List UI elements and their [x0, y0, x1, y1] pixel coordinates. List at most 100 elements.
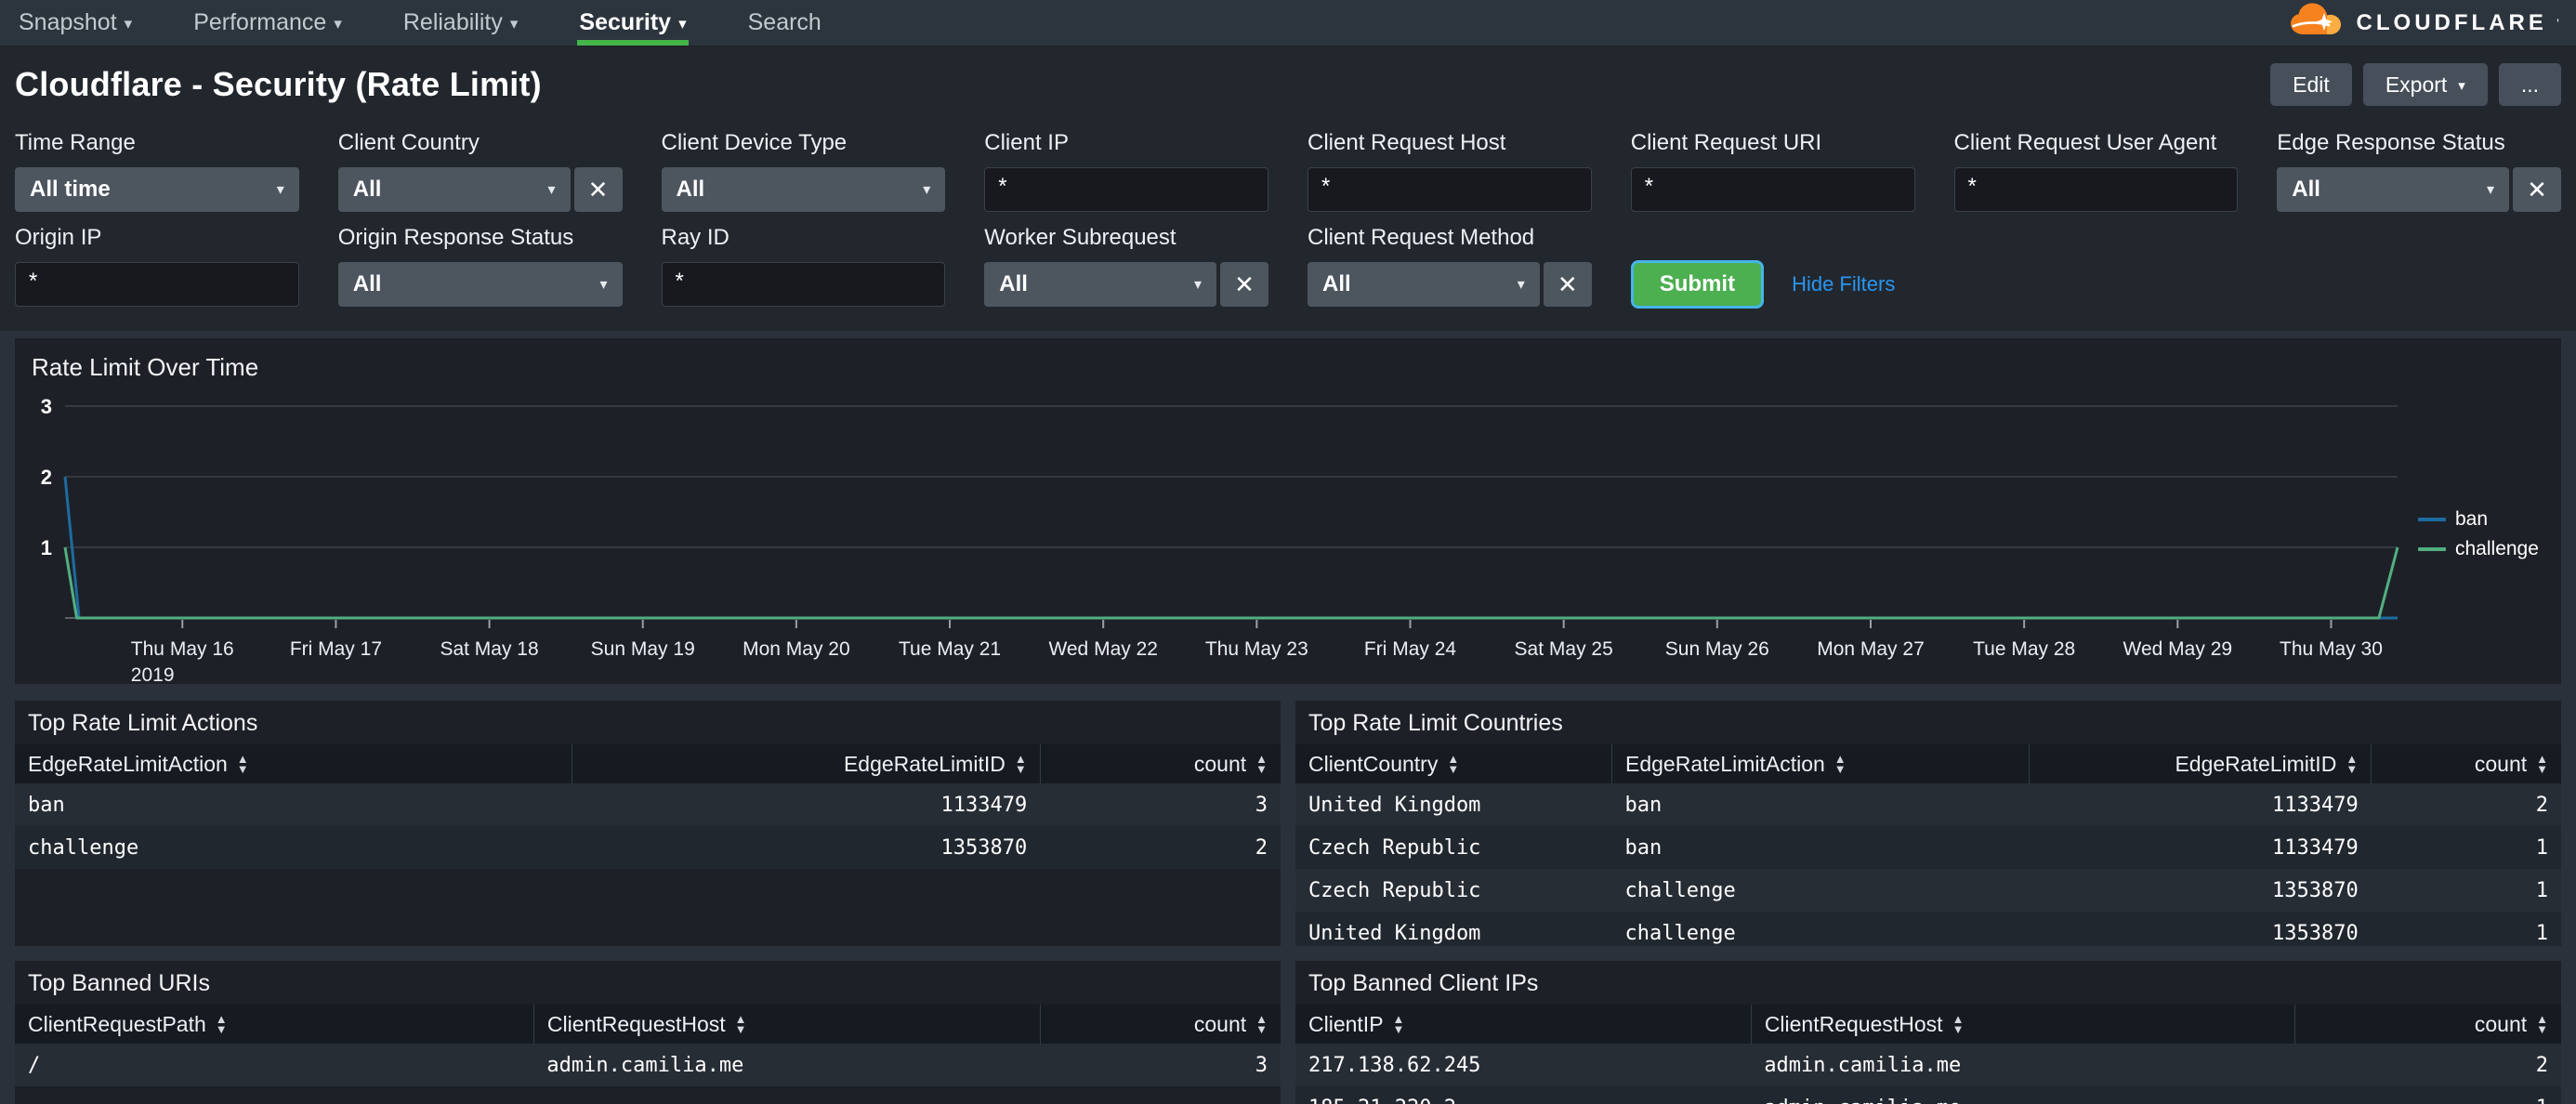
- x-tick-label: Tue May 28: [1973, 638, 2075, 661]
- filter-control: *: [984, 167, 1268, 212]
- nav-item-reliability[interactable]: Reliability ▾: [401, 0, 520, 46]
- x-tick-label: Thu May 23: [1205, 638, 1308, 661]
- sort-icon: ▲ ▼: [1015, 753, 1027, 775]
- sort-icon: ▲ ▼: [735, 1013, 747, 1035]
- cloudflare-logo-text: CLOUDFLARE: [2356, 9, 2547, 35]
- client-device-type-select-wrap: All ▾: [661, 167, 946, 212]
- table-row: United Kingdom challenge 1353870 1: [1295, 912, 2561, 946]
- x-tick-date: Fri May 24: [1363, 638, 1457, 660]
- filter-control: All ▾: [661, 167, 946, 212]
- edge-response-status-clear-button[interactable]: ✕: [2513, 167, 2561, 212]
- table-header-row: ClientRequestPath ▲ ▼ ClientRequestHost ▲ ▼ co…: [15, 1005, 1281, 1044]
- filter-client-request-method: Client Request Method All ▾ ✕: [1308, 225, 1592, 307]
- column-header-clientrequesthost[interactable]: ClientRequestHost ▲ ▼: [533, 1005, 1041, 1044]
- worker-subrequest-select[interactable]: All ▾: [984, 262, 1216, 307]
- x-tick-label: Sat May 25: [1515, 638, 1613, 661]
- ray-id-input[interactable]: *: [661, 262, 946, 307]
- origin-response-status-select[interactable]: All ▾: [337, 262, 623, 307]
- client-country-clear-button[interactable]: ✕: [573, 167, 623, 212]
- filter-control: All ▾ ✕: [1308, 262, 1592, 307]
- filter-origin-ip: Origin IP *: [15, 225, 299, 307]
- time-range-select[interactable]: All time ▾: [15, 167, 299, 212]
- client-request-method-clear-button[interactable]: ✕: [1543, 262, 1592, 307]
- x-tick-label: Wed May 29: [2123, 638, 2233, 661]
- filter-control: All ▾ ✕: [984, 262, 1268, 307]
- worker-subrequest-clear-button[interactable]: ✕: [1220, 262, 1268, 307]
- filter-label: Client Request User Agent: [1953, 130, 2217, 155]
- sort-icon: ▲ ▼: [2536, 753, 2548, 775]
- table-cell: 185.21.220.2: [1295, 1086, 1751, 1104]
- x-tick-date: Mon May 27: [1817, 638, 1925, 660]
- chart-title: Rate Limit Over Time: [32, 353, 259, 381]
- table-cell: 3: [1255, 793, 1268, 817]
- column-header-count[interactable]: count ▲ ▼: [2294, 1005, 2561, 1044]
- column-header-count[interactable]: count ▲ ▼: [1040, 744, 1281, 783]
- column-header-inner: EdgeRateLimitAction ▲ ▼: [1625, 752, 1847, 777]
- column-header-clientrequesthost[interactable]: ClientRequestHost ▲ ▼: [1751, 1005, 2296, 1044]
- client-request-method-select[interactable]: All ▾: [1308, 262, 1540, 307]
- table-row: challenge 1353870 2: [15, 826, 1281, 869]
- nav-item-performance[interactable]: Performance ▾: [191, 0, 344, 46]
- x-tick-date: Sat May 25: [1514, 638, 1613, 660]
- client-request-user-agent-input[interactable]: *: [1953, 167, 2239, 212]
- column-header-label: ClientRequestHost: [546, 1011, 726, 1036]
- table-title: Top Banned URIs: [28, 970, 210, 996]
- data-table: ClientIP ▲ ▼ ClientRequestHost ▲ ▼ count ▲ ▼ 217.…: [1295, 1005, 2561, 1104]
- export-button[interactable]: Export ▾: [2362, 63, 2488, 106]
- client-request-uri-input[interactable]: *: [1630, 167, 1915, 212]
- x-tick-label: Tue May 21: [899, 638, 1001, 661]
- svg-text:2: 2: [41, 466, 52, 489]
- filter-label: Time Range: [15, 130, 136, 155]
- column-header-count[interactable]: count ▲ ▼: [1040, 1005, 1281, 1044]
- table-panel-top-rate-limit-countries: Top Rate Limit Countries ClientCountry ▲ ▼ E…: [1295, 701, 2561, 946]
- origin-ip-input[interactable]: *: [15, 262, 299, 307]
- filter-row-2: Origin IP * Origin Response Status All ▾ Ray …: [15, 225, 2561, 309]
- sort-icon: ▲ ▼: [1255, 753, 1268, 776]
- column-header-edgeratelimitaction[interactable]: EdgeRateLimitAction ▲ ▼: [15, 744, 572, 783]
- x-tick-label: Sun May 19: [591, 638, 695, 661]
- table-row: 185.21.220.2admin.camilia.me1: [1295, 1086, 2561, 1104]
- cloudflare-logo: CLOUDFLARE ’: [2286, 0, 2559, 46]
- x-tick-label: Thu May 16 2019: [131, 638, 234, 687]
- client-ip-input[interactable]: *: [984, 167, 1268, 212]
- sort-icon: ▲ ▼: [216, 1013, 228, 1035]
- filter-label: Client IP: [984, 130, 1069, 155]
- column-header-clientcountry[interactable]: ClientCountry ▲ ▼: [1295, 744, 1612, 783]
- clear-icon: ✕: [1557, 269, 1578, 298]
- column-header-label: EdgeRateLimitID: [2175, 751, 2337, 776]
- sort-down-arrow: ▼: [2536, 1022, 2548, 1036]
- filter-client-ip: Client IP *: [984, 130, 1268, 212]
- chart-body: 1 2 3 Thu May 16 2019 Fri May 17 Sat May 18 Su…: [32, 391, 2544, 686]
- column-header-clientip[interactable]: ClientIP ▲ ▼: [1295, 1005, 1752, 1044]
- clear-icon: ✕: [2527, 175, 2547, 204]
- column-header-inner: ClientIP ▲ ▼: [1308, 1012, 1404, 1037]
- table-cell: 1133479: [940, 793, 1028, 817]
- filter-control: All time ▾: [15, 167, 299, 212]
- sort-down-arrow: ▼: [236, 762, 249, 776]
- chevron-down-icon: ▾: [2486, 182, 2494, 198]
- nav-item-snapshot[interactable]: Snapshot ▾: [17, 0, 134, 46]
- sort-down-arrow: ▼: [1255, 762, 1268, 776]
- filter-label: Client Device Type: [661, 130, 848, 155]
- nav-item-search[interactable]: Search: [746, 0, 823, 46]
- x-tick-date: Tue May 21: [898, 638, 1002, 660]
- column-header-label: count: [2474, 751, 2528, 776]
- column-header-edgeratelimitaction[interactable]: EdgeRateLimitAction ▲ ▼: [1611, 744, 2031, 783]
- column-header-edgeratelimitid[interactable]: EdgeRateLimitID ▲ ▼: [2029, 744, 2372, 783]
- client-request-host-input[interactable]: *: [1308, 167, 1592, 212]
- table-cell: 1: [2535, 921, 2548, 945]
- column-header-inner: count ▲ ▼: [2475, 752, 2548, 777]
- edge-response-status-select[interactable]: All ▾: [2277, 167, 2509, 212]
- filter-client-device-type: Client Device Type All ▾: [661, 130, 946, 212]
- edit-button[interactable]: Edit: [2270, 63, 2352, 106]
- more-button[interactable]: ...: [2498, 63, 2561, 106]
- column-header-edgeratelimitid[interactable]: EdgeRateLimitID ▲ ▼: [572, 744, 1041, 783]
- hide-filters-link[interactable]: Hide Filters: [1792, 272, 1895, 296]
- nav-item-security[interactable]: Security ▾: [577, 0, 689, 46]
- submit-button[interactable]: Submit: [1630, 260, 1765, 309]
- client-country-select[interactable]: All ▾: [337, 167, 571, 212]
- export-button-label: Export: [2385, 72, 2448, 97]
- column-header-clientrequestpath[interactable]: ClientRequestPath ▲ ▼: [15, 1005, 534, 1044]
- client-device-type-select[interactable]: All ▾: [661, 167, 946, 212]
- column-header-count[interactable]: count ▲ ▼: [2371, 744, 2561, 783]
